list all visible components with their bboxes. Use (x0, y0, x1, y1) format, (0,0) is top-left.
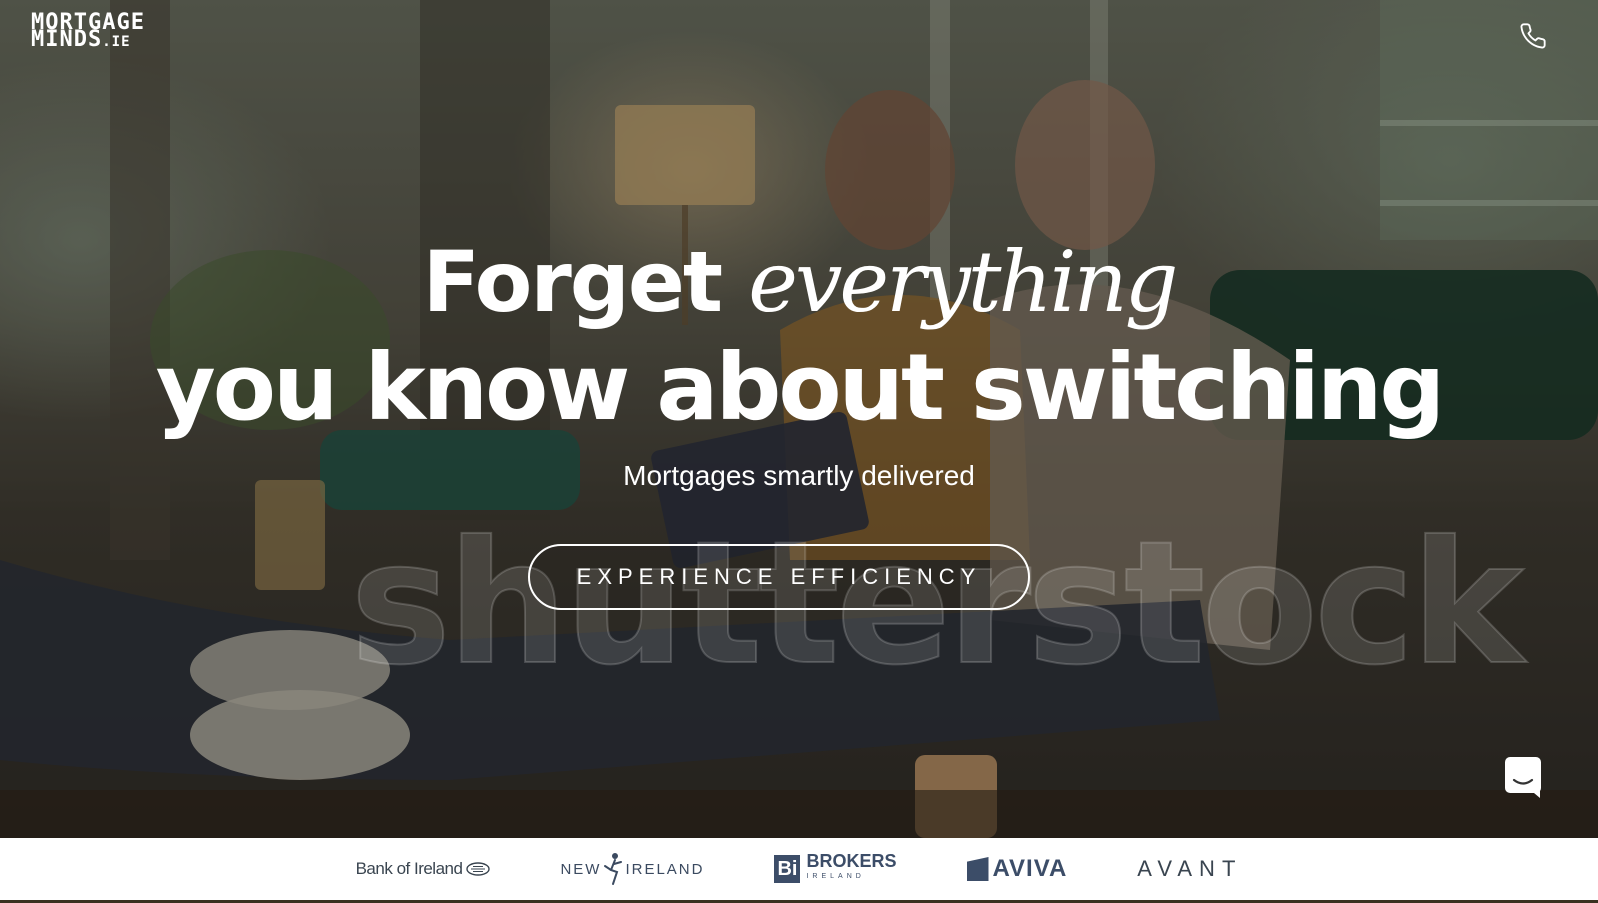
logo-suffix: .IE (102, 34, 131, 50)
partner-aviva-label: AVIVA (992, 855, 1068, 882)
partner-new-ireland-right: IRELAND (625, 860, 705, 878)
aviva-flag-icon (966, 857, 989, 881)
partner-bank-of-ireland[interactable]: Bank of Ireland (356, 859, 491, 879)
hero-section: shutterstock MORTGAGE MINDS.IE Forget ev… (0, 0, 1598, 838)
brokers-ireland-mark: Bi (774, 855, 801, 883)
partner-avant[interactable]: AVANT (1137, 856, 1242, 882)
experience-efficiency-button[interactable]: EXPERIENCE EFFICIENCY (528, 544, 1030, 610)
partner-bank-of-ireland-label: Bank of Ireland (355, 859, 463, 878)
logo-line-2: MINDS.IE (31, 27, 131, 52)
headline-word-forget: Forget (422, 233, 723, 331)
hero-subtitle: Mortgages smartly delivered (623, 460, 975, 491)
hero-headline: Forget everything you know about switchi… (0, 232, 1598, 444)
partner-logos-bar: Bank of Ireland NEW IRELAND Bi BROKERS I… (0, 838, 1598, 900)
site-logo[interactable]: MORTGAGE MINDS.IE (31, 12, 145, 52)
partner-brokers-ireland[interactable]: Bi BROKERS IRELAND (774, 851, 897, 885)
headline-line-1: Forget everything (0, 232, 1598, 332)
chat-icon[interactable] (1504, 756, 1542, 798)
new-ireland-figure-icon (604, 853, 623, 885)
partner-new-ireland[interactable]: NEW IRELAND (560, 852, 704, 886)
headline-word-everything: everything (748, 233, 1178, 331)
brokers-ireland-name: BROKERS (806, 851, 897, 871)
bank-of-ireland-crest-icon (466, 862, 491, 876)
partner-avant-label: AVANT (1137, 856, 1243, 881)
headline-line-2: you know about switching (155, 334, 1445, 441)
phone-icon[interactable] (1519, 22, 1547, 50)
partner-new-ireland-left: NEW (560, 860, 602, 878)
partner-aviva[interactable]: AVIVA (966, 855, 1068, 883)
brokers-ireland-sub: IRELAND (806, 873, 865, 880)
brokers-ireland-text: BROKERS IRELAND (806, 851, 897, 885)
